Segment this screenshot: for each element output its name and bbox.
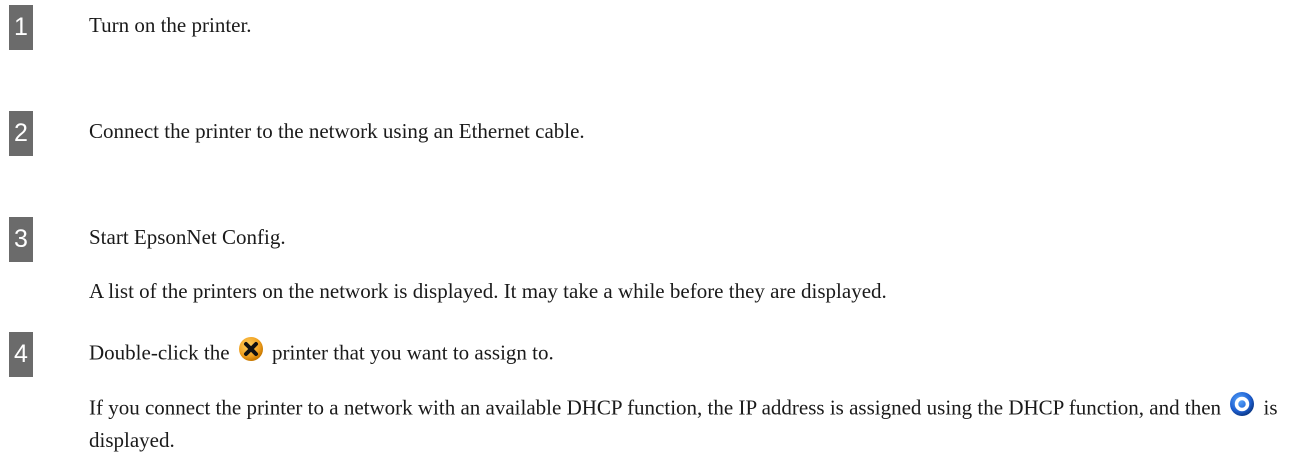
step-instruction: Turn on the printer. — [89, 13, 252, 37]
note-text-start: If you connect the printer to a network … — [89, 395, 1222, 420]
step-number: 3 — [14, 225, 28, 253]
step-number-badge: 1 — [9, 5, 33, 50]
step-number-badge: 4 — [9, 332, 33, 377]
step-number: 4 — [14, 340, 28, 368]
step-number-badge: 3 — [9, 217, 33, 262]
instruction-text-end: printer that you want to assign to. — [272, 340, 554, 365]
error-x-status-icon — [238, 336, 264, 369]
instruction-text-start: Double-click the — [89, 340, 230, 365]
ready-ring-status-icon — [1229, 391, 1255, 424]
step-instruction: Double-click the printer that you want t… — [89, 336, 554, 371]
step-instruction: Start EpsonNet Config. — [89, 225, 286, 249]
step-note: A list of the printers on the network is… — [89, 279, 887, 303]
step-number-badge: 2 — [9, 111, 33, 156]
step-instruction: Connect the printer to the network using… — [89, 119, 585, 143]
step-note: If you connect the printer to a network … — [89, 391, 1294, 454]
step-number: 2 — [14, 119, 28, 147]
step-number: 1 — [14, 13, 28, 41]
